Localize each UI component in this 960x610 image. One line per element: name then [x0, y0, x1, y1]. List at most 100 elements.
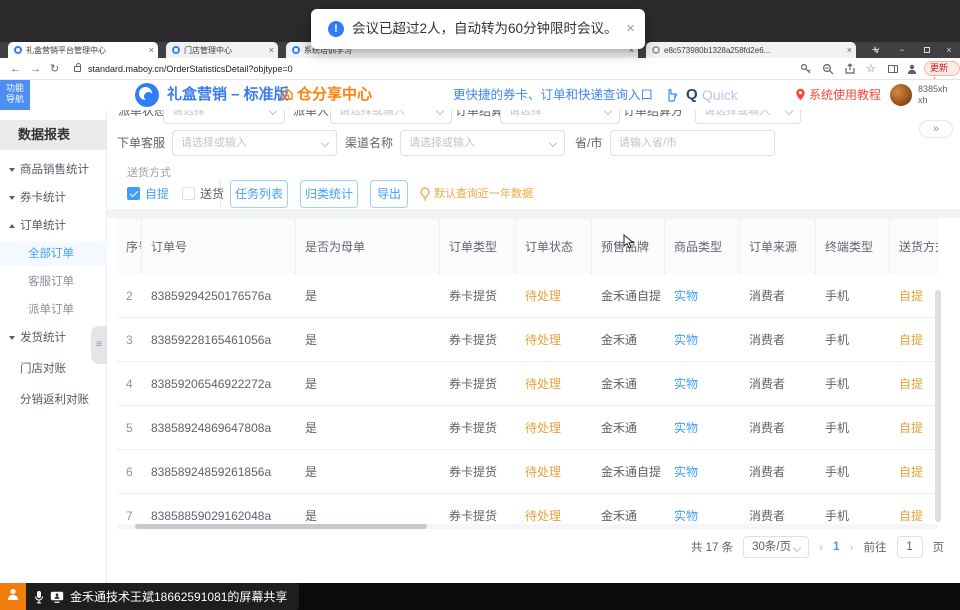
quick-search-icon[interactable]: Q: [686, 80, 698, 110]
tab-title: 礼盒营销平台管理中心: [26, 45, 145, 56]
key-icon[interactable]: [800, 63, 812, 75]
share-icon[interactable]: [844, 63, 856, 75]
vertical-scrollbar-thumb[interactable]: [935, 290, 941, 522]
lightbulb-icon: [419, 187, 431, 206]
sidebar-collapse-handle[interactable]: ≡: [91, 326, 107, 364]
filter-select-订单结算方[interactable]: 请选择或输入: [695, 110, 801, 124]
bookmark-star-icon[interactable]: ☆: [866, 58, 876, 80]
table-cell[interactable]: 实物: [665, 494, 740, 522]
table-cell: 待处理: [516, 494, 592, 522]
sidebar-item-1[interactable]: 券卡统计: [0, 186, 107, 210]
default-query-tip: 默认查询近一年数据: [434, 180, 533, 208]
table-cell: 5: [117, 406, 142, 450]
page-size-select[interactable]: 30条/页: [743, 536, 809, 558]
tab-close-icon[interactable]: ×: [847, 45, 852, 55]
browser-tab[interactable]: 门店管理中心×: [166, 42, 278, 58]
table-cell: 83858859029162048a: [142, 494, 296, 522]
info-icon: !: [328, 21, 344, 37]
table-cell: 金禾通: [592, 494, 665, 522]
site-favicon-icon: [292, 46, 300, 54]
toast-close-icon[interactable]: ×: [626, 9, 635, 49]
filter-label: 订单结算方: [623, 110, 683, 124]
site-favicon-icon: [172, 46, 180, 54]
sidebar-item-5[interactable]: 派单订单: [0, 298, 107, 322]
filter-select-派单状态[interactable]: 请选择: [163, 110, 285, 124]
sidebar-item-3[interactable]: 全部订单: [0, 242, 107, 266]
zoom-icon[interactable]: [822, 63, 834, 75]
table-cell: 自提: [890, 494, 938, 522]
table-cell: 自提: [890, 362, 938, 406]
filter-select-下单客服[interactable]: 请选择或输入: [172, 130, 337, 156]
action-button-1[interactable]: 归类统计: [300, 180, 358, 208]
forward-icon[interactable]: →: [30, 58, 41, 80]
table-header-cell: 是否为母单: [296, 219, 440, 275]
quick-label[interactable]: Quick: [702, 80, 738, 110]
table-cell: 7: [117, 494, 142, 522]
action-button-0[interactable]: 任务列表: [230, 180, 288, 208]
main-content: 派单状态请选择派单人请选择或输入订单结算请选择订单结算方请选择或输入 下单客服请…: [107, 110, 960, 583]
filter-label: 渠道名称: [345, 130, 393, 156]
window-minimize-icon[interactable]: −: [893, 42, 911, 58]
table-header-cell: 订单类型: [440, 219, 516, 275]
toast-message: 会议已超过2人，自动转为60分钟限时会议。: [352, 9, 618, 49]
table-header-cell: 订单状态: [516, 219, 592, 275]
action-button-2[interactable]: 导出: [370, 180, 408, 208]
browser-tab[interactable]: e8c573980b1328a258fd2e6...×: [646, 42, 856, 58]
table-header-cell: 订单来源: [740, 219, 816, 275]
horizontal-scrollbar-thumb[interactable]: [135, 524, 427, 529]
window-restore-icon[interactable]: [918, 42, 936, 58]
filter-label: 订单结算: [455, 110, 503, 124]
checkbox-1[interactable]: [182, 187, 195, 200]
quick-entry-text[interactable]: 更快捷的券卡、订单和快递查询入口: [453, 80, 653, 110]
window-close-icon[interactable]: ×: [940, 42, 958, 58]
window-menu-chevron-icon[interactable]: ∨: [868, 42, 886, 58]
next-page-button[interactable]: ›: [850, 540, 854, 554]
browser-tab[interactable]: 礼盒营销平台管理中心 ×: [8, 42, 158, 58]
table-cell[interactable]: 实物: [665, 450, 740, 494]
profile-avatar-icon[interactable]: [906, 63, 918, 75]
tab-close-icon[interactable]: ×: [269, 45, 274, 55]
side-panel-icon[interactable]: [888, 65, 898, 73]
reload-icon[interactable]: ↻: [50, 58, 59, 80]
url-text[interactable]: standard.maboy.cn/OrderStatisticsDetail?…: [88, 58, 293, 80]
placeholder-text: 请输入省/市: [619, 131, 677, 155]
current-page[interactable]: 1: [833, 541, 839, 553]
share-center-link[interactable]: 仓分享中心: [280, 80, 372, 110]
expand-filters-button[interactable]: »: [919, 120, 953, 138]
user-avatar[interactable]: [890, 84, 912, 106]
table-cell: 83858924869647808a: [142, 406, 296, 450]
filter-select-渠道名称[interactable]: 请选择或输入: [400, 130, 565, 156]
back-icon[interactable]: ←: [10, 58, 21, 80]
sidebar-item-2[interactable]: 订单统计: [0, 214, 107, 238]
sidebar-item-8[interactable]: 分销返利对账: [0, 388, 107, 412]
sidebar: 数据报表 商品销售统计券卡统计订单统计全部订单客服订单派单订单发货统计门店对账分…: [0, 110, 107, 583]
chrome-update-button[interactable]: 更新 ⋮: [924, 61, 960, 76]
table-cell: 金禾通: [592, 406, 665, 450]
tab-close-icon[interactable]: ×: [149, 45, 154, 55]
sidebar-item-7[interactable]: 门店对账: [0, 357, 107, 381]
filter-select-派单人[interactable]: 请选择或输入: [330, 110, 452, 124]
filter-select-省/市[interactable]: 请输入省/市: [610, 130, 775, 156]
goto-page-input[interactable]: 1: [897, 536, 923, 558]
table-cell: 金禾通自提: [592, 274, 665, 318]
sidebar-item-0[interactable]: 商品销售统计: [0, 158, 107, 182]
sidebar-item-4[interactable]: 客服订单: [0, 270, 107, 294]
table-cell: 券卡提货: [440, 406, 516, 450]
filter-select-订单结算[interactable]: 请选择: [500, 110, 620, 124]
checkbox-0[interactable]: [127, 187, 140, 200]
table-cell[interactable]: 实物: [665, 406, 740, 450]
table-cell[interactable]: 实物: [665, 362, 740, 406]
chevron-down-icon: [321, 139, 329, 147]
table-cell: 金禾通自提: [592, 450, 665, 494]
table-cell: 手机: [816, 450, 890, 494]
table-cell: 消费者: [740, 494, 816, 522]
function-nav-toggle[interactable]: 功能导航: [0, 80, 30, 110]
placeholder-text: 请选择或输入: [704, 110, 770, 123]
screen-share-pill: 金禾通技术王斌18662591081的屏幕共享: [26, 583, 299, 610]
table-cell[interactable]: 实物: [665, 318, 740, 362]
app-header: 功能导航 礼盒营销 – 标准版 仓分享中心 更快捷的券卡、订单和快递查询入口 Q…: [0, 80, 960, 110]
prev-page-button[interactable]: ‹: [819, 540, 823, 554]
table-cell: 消费者: [740, 450, 816, 494]
table-cell[interactable]: 实物: [665, 274, 740, 318]
tutorial-link[interactable]: 系统使用教程: [809, 80, 881, 110]
